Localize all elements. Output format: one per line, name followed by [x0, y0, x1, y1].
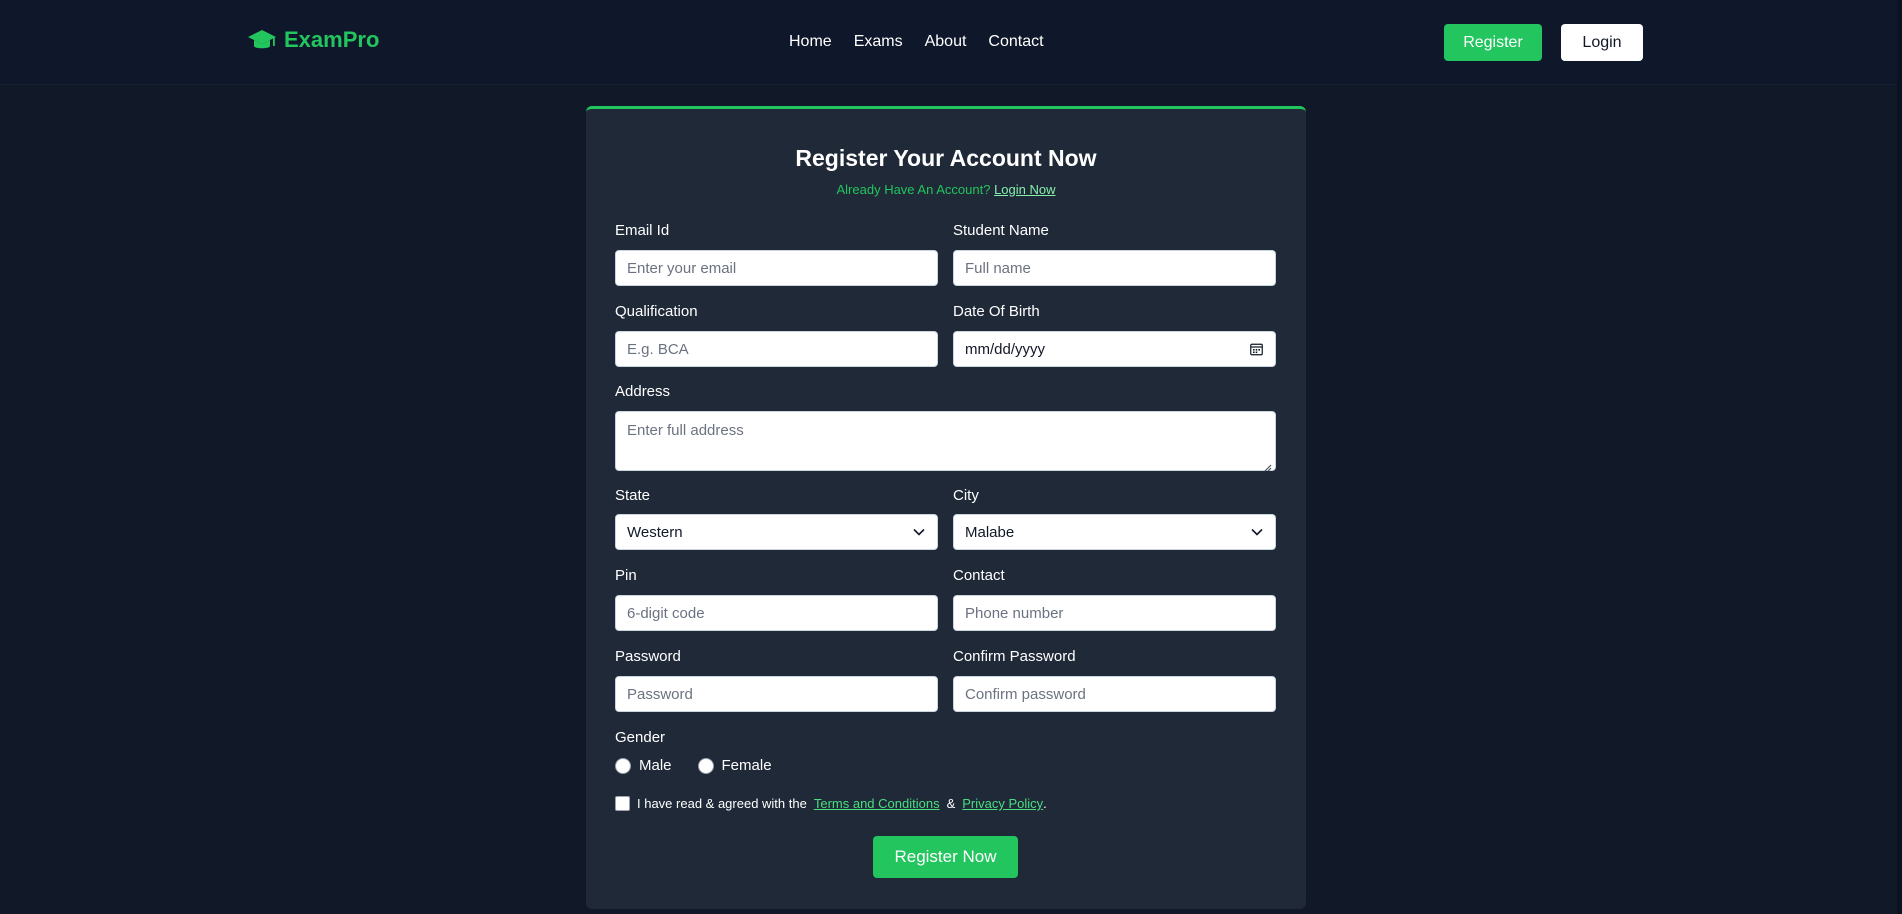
gender-female-label[interactable]: Female: [722, 757, 772, 774]
dob-field[interactable]: mm/dd/yyyy: [953, 331, 1276, 367]
chevron-down-icon: [913, 528, 925, 536]
gender-male-label[interactable]: Male: [639, 757, 672, 774]
nav-contact[interactable]: Contact: [988, 33, 1043, 51]
confirm-password-field[interactable]: [965, 677, 1264, 711]
confirm-password-label: Confirm Password: [953, 648, 1076, 665]
qualification-field-box: [615, 331, 938, 367]
email-label: Email Id: [615, 222, 670, 239]
gender-female-radio[interactable]: [697, 757, 714, 774]
state-label: State: [615, 487, 651, 504]
student-name-field-box: [953, 250, 1276, 286]
address-field[interactable]: [627, 422, 1264, 462]
nav-links: Home Exams About Contact: [789, 33, 1044, 51]
nav-exams[interactable]: Exams: [854, 33, 903, 51]
form-subtitle: Already Have An Account? Login Now: [586, 182, 1306, 197]
password-field[interactable]: [627, 677, 926, 711]
nav-home[interactable]: Home: [789, 33, 832, 51]
dob-label: Date Of Birth: [953, 303, 1040, 320]
register-now-button[interactable]: Register Now: [873, 836, 1018, 878]
terms-text: I have read & agreed with the: [637, 796, 807, 811]
privacy-link[interactable]: Privacy Policy: [962, 796, 1043, 811]
state-select[interactable]: Western: [615, 514, 938, 550]
nav-about[interactable]: About: [925, 33, 967, 51]
dob-value: mm/dd/yyyy: [965, 340, 1046, 358]
contact-field[interactable]: [965, 596, 1264, 630]
contact-label: Contact: [953, 567, 1005, 584]
pin-field-box: [615, 595, 938, 631]
address-field-box: [615, 411, 1276, 472]
contact-field-box: [953, 595, 1276, 631]
student-name-label: Student Name: [953, 222, 1049, 239]
password-label: Password: [615, 648, 681, 665]
pin-field[interactable]: [627, 596, 926, 630]
state-value: Western: [627, 523, 683, 541]
resize-handle-icon[interactable]: [1264, 459, 1272, 472]
terms-period: .: [1043, 796, 1047, 811]
city-value: Malabe: [965, 523, 1015, 541]
top-navbar: ExamPro Home Exams About Contact Registe…: [0, 0, 1897, 85]
login-now-link[interactable]: Login Now: [994, 182, 1055, 197]
terms-link[interactable]: Terms and Conditions: [814, 796, 940, 811]
address-label: Address: [615, 383, 671, 400]
gender-options: Male Female: [615, 757, 790, 774]
pin-label: Pin: [615, 567, 637, 584]
brand-name: ExamPro: [284, 27, 380, 52]
calendar-icon[interactable]: [1250, 343, 1263, 356]
password-field-box: [615, 676, 938, 712]
registration-card: Register Your Account Now Already Have A…: [586, 106, 1306, 909]
gender-label: Gender: [615, 729, 666, 746]
scrollbar[interactable]: [1897, 0, 1902, 914]
chevron-down-icon: [1251, 528, 1263, 536]
student-name-field[interactable]: [965, 251, 1264, 285]
qualification-field[interactable]: [627, 332, 926, 366]
city-select[interactable]: Malabe: [953, 514, 1276, 550]
terms-agreement: I have read & agreed with the Terms and …: [615, 796, 1047, 811]
brand-logo[interactable]: ExamPro: [247, 27, 379, 53]
confirm-password-field-box: [953, 676, 1276, 712]
terms-checkbox[interactable]: [615, 796, 630, 811]
form-title: Register Your Account Now: [795, 145, 1097, 171]
login-button[interactable]: Login: [1561, 24, 1643, 61]
terms-ampersand: &: [946, 796, 956, 811]
subtitle-text: Already Have An Account?: [836, 182, 991, 197]
graduation-cap-icon: [247, 28, 277, 52]
qualification-label: Qualification: [615, 303, 698, 320]
email-field[interactable]: [627, 251, 926, 285]
city-label: City: [953, 487, 979, 504]
gender-male-radio[interactable]: [615, 757, 631, 774]
email-field-box: [615, 250, 938, 286]
register-button[interactable]: Register: [1444, 24, 1542, 61]
